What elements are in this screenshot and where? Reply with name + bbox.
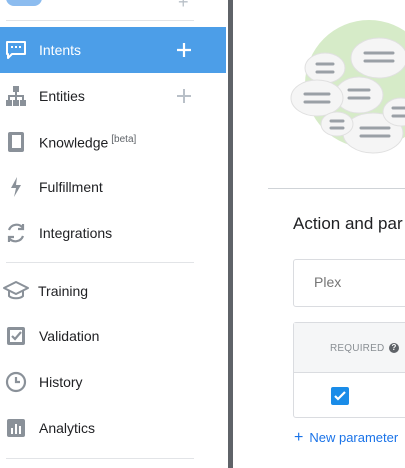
table-header: REQUIRED ? xyxy=(294,323,405,373)
sidebar-item-intents[interactable]: Intents xyxy=(0,27,226,73)
parameters-table: REQUIRED ? xyxy=(293,322,405,418)
knowledge-label: Knowledge xyxy=(39,134,109,151)
section-title: Action and par xyxy=(293,214,403,233)
checklist-icon xyxy=(4,324,28,348)
sidebar-item-training[interactable]: Training xyxy=(0,268,226,314)
sidebar-item-label: History xyxy=(39,374,83,390)
beta-badge: [beta] xyxy=(111,133,137,145)
sidebar-divider xyxy=(6,458,194,459)
hierarchy-icon xyxy=(4,84,28,108)
required-checkbox[interactable] xyxy=(331,387,349,405)
sidebar-divider xyxy=(6,262,194,263)
sidebar-item-analytics[interactable]: Analytics xyxy=(0,405,226,451)
clock-icon xyxy=(4,370,28,394)
chat-bubbles-illustration xyxy=(290,20,405,154)
action-input[interactable] xyxy=(314,274,405,290)
new-parameter-label: New parameter xyxy=(309,430,399,445)
sidebar-item-label: Entities xyxy=(39,88,85,104)
sidebar-item-validation[interactable]: Validation xyxy=(0,313,226,359)
sidebar-item-knowledge[interactable]: Knowledge [beta] xyxy=(0,119,226,165)
required-column-header: REQUIRED xyxy=(330,343,385,354)
sidebar-item-label: Validation xyxy=(39,328,100,344)
action-field[interactable] xyxy=(293,259,405,307)
plus-icon: + xyxy=(294,429,304,446)
section-divider xyxy=(268,188,405,189)
sidebar-item-label: Analytics xyxy=(39,420,96,436)
sidebar-item-label: Fulfillment xyxy=(39,179,103,195)
new-parameter-link[interactable]: + New parameter xyxy=(294,429,398,447)
add-intent-icon[interactable] xyxy=(172,38,196,62)
graduation-cap-icon xyxy=(2,279,30,303)
help-icon[interactable]: ? xyxy=(389,343,399,353)
add-entity-icon[interactable] xyxy=(172,84,196,108)
top-toggle[interactable] xyxy=(6,0,42,6)
sidebar-item-history[interactable]: History xyxy=(0,359,226,405)
top-add-icon[interactable]: + xyxy=(178,0,189,13)
sidebar-item-fulfillment[interactable]: Fulfillment xyxy=(0,164,226,210)
chat-bubble-icon xyxy=(4,38,28,62)
sidebar-item-label: Intents xyxy=(39,42,82,58)
book-icon xyxy=(4,130,28,154)
sidebar-item-label: Integrations xyxy=(39,225,113,241)
sidebar-item-label: Knowledge [beta] xyxy=(39,134,136,151)
main-content: Action and par REQUIRED ? + New parameter xyxy=(233,0,405,468)
sidebar-divider xyxy=(6,20,194,21)
bar-chart-icon xyxy=(4,416,28,440)
sidebar-item-integrations[interactable]: Integrations xyxy=(0,210,226,256)
sidebar: + Intents Entities Knowledge [beta] Fulf… xyxy=(0,0,226,468)
sidebar-item-label: Training xyxy=(38,283,89,299)
sidebar-item-entities[interactable]: Entities xyxy=(0,73,226,119)
sync-icon xyxy=(4,221,28,245)
lightning-icon xyxy=(4,175,28,199)
